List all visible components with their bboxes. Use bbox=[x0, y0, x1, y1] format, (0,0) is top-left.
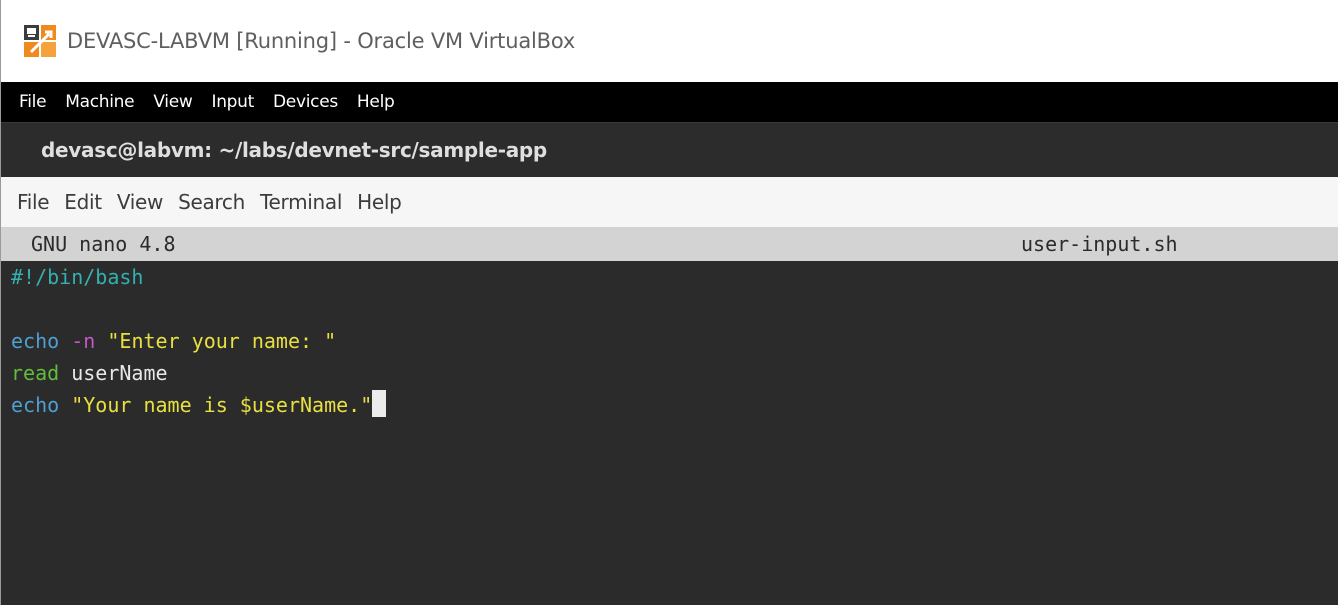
vm-menu-bar: File Machine View Input Devices Help bbox=[1, 82, 1338, 122]
text-cursor bbox=[372, 390, 387, 417]
vm-menu-file[interactable]: File bbox=[19, 92, 47, 112]
nano-version: GNU nano 4.8 bbox=[31, 232, 176, 256]
echo-flag: -n bbox=[71, 329, 96, 353]
window-title: DEVASC-LABVM [Running] - Oracle VM Virtu… bbox=[67, 29, 576, 53]
terminal-menu-file[interactable]: File bbox=[17, 190, 50, 214]
terminal-menu-help[interactable]: Help bbox=[357, 190, 402, 214]
terminal-menu-search[interactable]: Search bbox=[178, 190, 245, 214]
terminal-menu-view[interactable]: View bbox=[117, 190, 164, 214]
window-title-bar[interactable]: DEVASC-LABVM [Running] - Oracle VM Virtu… bbox=[1, 0, 1338, 82]
terminal-menu-terminal[interactable]: Terminal bbox=[260, 190, 342, 214]
terminal-menu-edit[interactable]: Edit bbox=[64, 190, 102, 214]
shebang: #!/bin/bash bbox=[11, 265, 144, 289]
vm-menu-devices[interactable]: Devices bbox=[273, 92, 338, 112]
terminal-body[interactable]: GNU nano 4.8 user-input.sh #!/bin/bash e… bbox=[1, 227, 1338, 605]
code-line-4: read userName bbox=[11, 357, 1338, 389]
virtualbox-icon bbox=[24, 25, 56, 57]
vm-menu-input[interactable]: Input bbox=[211, 92, 254, 112]
echo-keyword: echo bbox=[11, 329, 60, 353]
editor-text-area[interactable]: #!/bin/bash echo -n "Enter your name: " … bbox=[1, 261, 1338, 421]
read-keyword: read bbox=[11, 361, 60, 385]
prompt-string: "Enter your name: " bbox=[107, 329, 337, 353]
nano-header-bar: GNU nano 4.8 user-input.sh bbox=[1, 227, 1338, 261]
variable-name: userName bbox=[71, 361, 168, 385]
nano-filename: user-input.sh bbox=[1021, 232, 1178, 256]
vm-menu-machine[interactable]: Machine bbox=[65, 92, 134, 112]
echo-keyword-2: echo bbox=[11, 393, 60, 417]
terminal-title-bar[interactable]: devasc@labvm: ~/labs/devnet-src/sample-a… bbox=[1, 122, 1338, 177]
virtualbox-window: DEVASC-LABVM [Running] - Oracle VM Virtu… bbox=[0, 0, 1338, 605]
terminal-menu-bar: File Edit View Search Terminal Help bbox=[1, 177, 1338, 227]
code-line-3: echo -n "Enter your name: " bbox=[11, 325, 1338, 357]
terminal-title: devasc@labvm: ~/labs/devnet-src/sample-a… bbox=[41, 138, 547, 162]
code-line-5: echo "Your name is $userName." bbox=[11, 389, 1338, 421]
vm-menu-view[interactable]: View bbox=[153, 92, 192, 112]
code-line-1: #!/bin/bash bbox=[11, 261, 1338, 293]
output-string: "Your name is $userName." bbox=[71, 393, 373, 417]
vm-menu-help[interactable]: Help bbox=[357, 92, 395, 112]
